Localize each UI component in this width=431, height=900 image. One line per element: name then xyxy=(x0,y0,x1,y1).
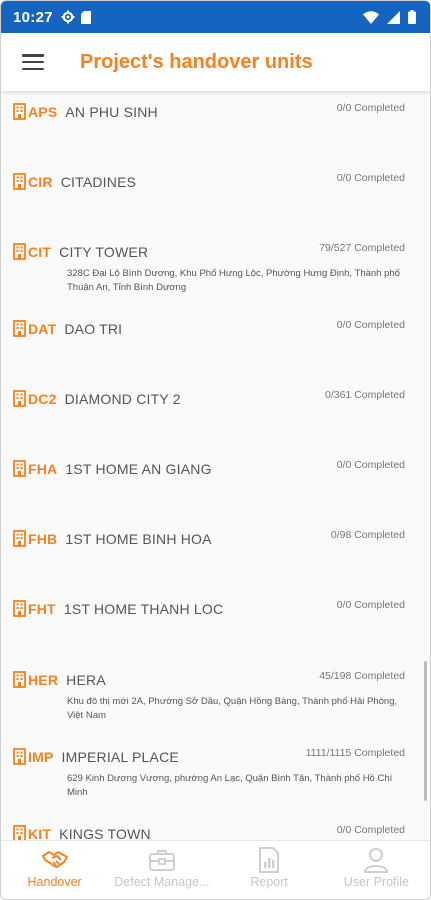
project-completion-status: 45/198 Completed xyxy=(319,670,405,682)
project-code: APS xyxy=(28,103,58,120)
status-bar: 10:27 xyxy=(1,1,430,33)
project-list-item[interactable]: CIT CITY TOWER 79/527 Completed 328C Đại Lộ… xyxy=(1,242,430,305)
project-name: DAO TRI xyxy=(64,320,123,337)
project-code: KIT xyxy=(28,825,52,842)
nav-report-label: Report xyxy=(250,875,288,889)
nav-handover[interactable]: Handover xyxy=(1,841,108,899)
project-list-item[interactable]: FHA 1ST HOME AN GIANG 0/0 Completed xyxy=(1,459,430,522)
building-icon xyxy=(13,173,26,190)
building-icon xyxy=(13,825,26,841)
project-address: 328C Đại Lộ Bình Dương, Khu Phố Hưng Lộc… xyxy=(67,268,400,293)
project-list-item[interactable]: HER HERA 45/198 Completed Khu đô thị mới 2A… xyxy=(1,670,430,733)
project-title-row: FHB 1ST HOME BINH HOA xyxy=(13,530,212,547)
project-title-row: DAT DAO TRI xyxy=(13,320,122,337)
project-code: DC2 xyxy=(28,390,57,407)
project-completion-status: 0/361 Completed xyxy=(325,389,405,401)
nav-handover-label: Handover xyxy=(27,875,82,889)
hamburger-menu-icon[interactable] xyxy=(22,54,44,70)
project-completion-status: 0/0 Completed xyxy=(336,459,405,471)
project-title-row: APS AN PHU SINH xyxy=(13,103,158,120)
project-list-item[interactable]: APS AN PHU SINH 0/0 Completed xyxy=(1,102,430,165)
building-icon xyxy=(13,671,26,688)
nav-user-profile[interactable]: User Profile xyxy=(323,841,430,899)
signal-icon xyxy=(387,10,400,24)
project-name: IMPERIAL PLACE xyxy=(61,748,179,765)
project-name: 1ST HOME BINH HOA xyxy=(65,530,212,547)
project-completion-status: 0/0 Completed xyxy=(336,599,405,611)
user-profile-icon xyxy=(363,847,389,873)
project-list-item[interactable]: FHB 1ST HOME BINH HOA 0/98 Completed xyxy=(1,529,430,592)
project-list-item[interactable]: CIR CITADINES 0/0 Completed xyxy=(1,172,430,235)
project-name: KINGS TOWN xyxy=(59,825,151,842)
project-address: Khu đô thị mới 2A, Phường Sở Dầu, Quận H… xyxy=(67,696,398,721)
project-code: HER xyxy=(28,671,59,688)
project-list-item[interactable]: DAT DAO TRI 0/0 Completed xyxy=(1,319,430,382)
project-list-item[interactable]: DC2 DIAMOND CITY 2 0/361 Completed xyxy=(1,389,430,452)
project-address: 629 Kinh Dương Vương, phường An Lạc, Quậ… xyxy=(67,773,393,798)
report-icon xyxy=(258,847,280,873)
project-code: CIT xyxy=(28,243,52,260)
project-title-row: KIT KINGS TOWN xyxy=(13,825,151,841)
building-icon xyxy=(13,600,26,617)
project-title-row: DC2 DIAMOND CITY 2 xyxy=(13,390,181,407)
nav-defect-label: Defect Manage... xyxy=(114,875,210,889)
nav-profile-label: User Profile xyxy=(343,875,410,889)
project-code: CIR xyxy=(28,173,53,190)
building-icon xyxy=(13,748,26,765)
project-list-item[interactable]: IMP IMPERIAL PLACE 1111/1115 Completed 629 … xyxy=(1,747,430,810)
project-name: AN PHU SINH xyxy=(65,103,158,120)
project-list[interactable]: APS AN PHU SINH 0/0 Completed CIR CITADINES 0… xyxy=(1,91,430,841)
project-completion-status: 79/527 Completed xyxy=(319,242,405,254)
nav-defect-management[interactable]: Defect Manage... xyxy=(108,841,215,899)
project-title-row: CIR CITADINES xyxy=(13,173,136,190)
project-name: DIAMOND CITY 2 xyxy=(64,390,181,407)
project-completion-status: 0/0 Completed xyxy=(336,172,405,184)
project-completion-status: 0/98 Completed xyxy=(330,529,405,541)
nav-report[interactable]: Report xyxy=(216,841,323,899)
building-icon xyxy=(13,460,26,477)
project-title-row: HER HERA xyxy=(13,671,106,688)
sd-card-icon xyxy=(80,10,91,24)
project-code: FHB xyxy=(28,530,58,547)
app-bar: Project's handover units xyxy=(1,33,430,91)
battery-icon xyxy=(408,10,416,24)
project-title-row: CIT CITY TOWER xyxy=(13,243,148,260)
bottom-navigation: Handover Defect Manage... Report User Pr… xyxy=(1,840,430,899)
project-completion-status: 0/0 Completed xyxy=(336,102,405,114)
building-icon xyxy=(13,243,26,260)
project-completion-status: 0/0 Completed xyxy=(336,824,405,836)
project-code: DAT xyxy=(28,320,57,337)
building-icon xyxy=(13,390,26,407)
project-code: FHA xyxy=(28,460,58,477)
project-name: 1ST HOME THANH LOC xyxy=(63,600,224,617)
project-code: FHT xyxy=(28,600,56,617)
scrollbar-thumb[interactable] xyxy=(424,661,427,801)
building-icon xyxy=(13,530,26,547)
toolbox-icon xyxy=(148,847,176,873)
status-time: 10:27 xyxy=(13,8,53,26)
building-icon xyxy=(13,320,26,337)
project-name: CITY TOWER xyxy=(59,243,149,260)
project-code: IMP xyxy=(28,748,54,765)
project-completion-status: 0/0 Completed xyxy=(336,319,405,331)
project-name: 1ST HOME AN GIANG xyxy=(65,460,212,477)
wifi-icon xyxy=(363,10,379,24)
project-name: CITADINES xyxy=(60,173,137,190)
project-name: HERA xyxy=(66,671,106,688)
project-title-row: FHA 1ST HOME AN GIANG xyxy=(13,460,212,477)
phone-frame: 10:27 Project's handover units APS AN PHU… xyxy=(0,0,431,900)
project-list-item[interactable]: KIT KINGS TOWN 0/0 Completed xyxy=(1,824,430,841)
project-list-item[interactable]: FHT 1ST HOME THANH LOC 0/0 Completed xyxy=(1,599,430,662)
project-title-row: FHT 1ST HOME THANH LOC xyxy=(13,600,223,617)
page-title: Project's handover units xyxy=(80,50,313,73)
handshake-icon xyxy=(41,847,69,873)
building-icon xyxy=(13,103,26,120)
project-title-row: IMP IMPERIAL PLACE xyxy=(13,748,179,765)
project-completion-status: 1111/1115 Completed xyxy=(305,747,405,759)
settings-icon xyxy=(61,10,75,24)
